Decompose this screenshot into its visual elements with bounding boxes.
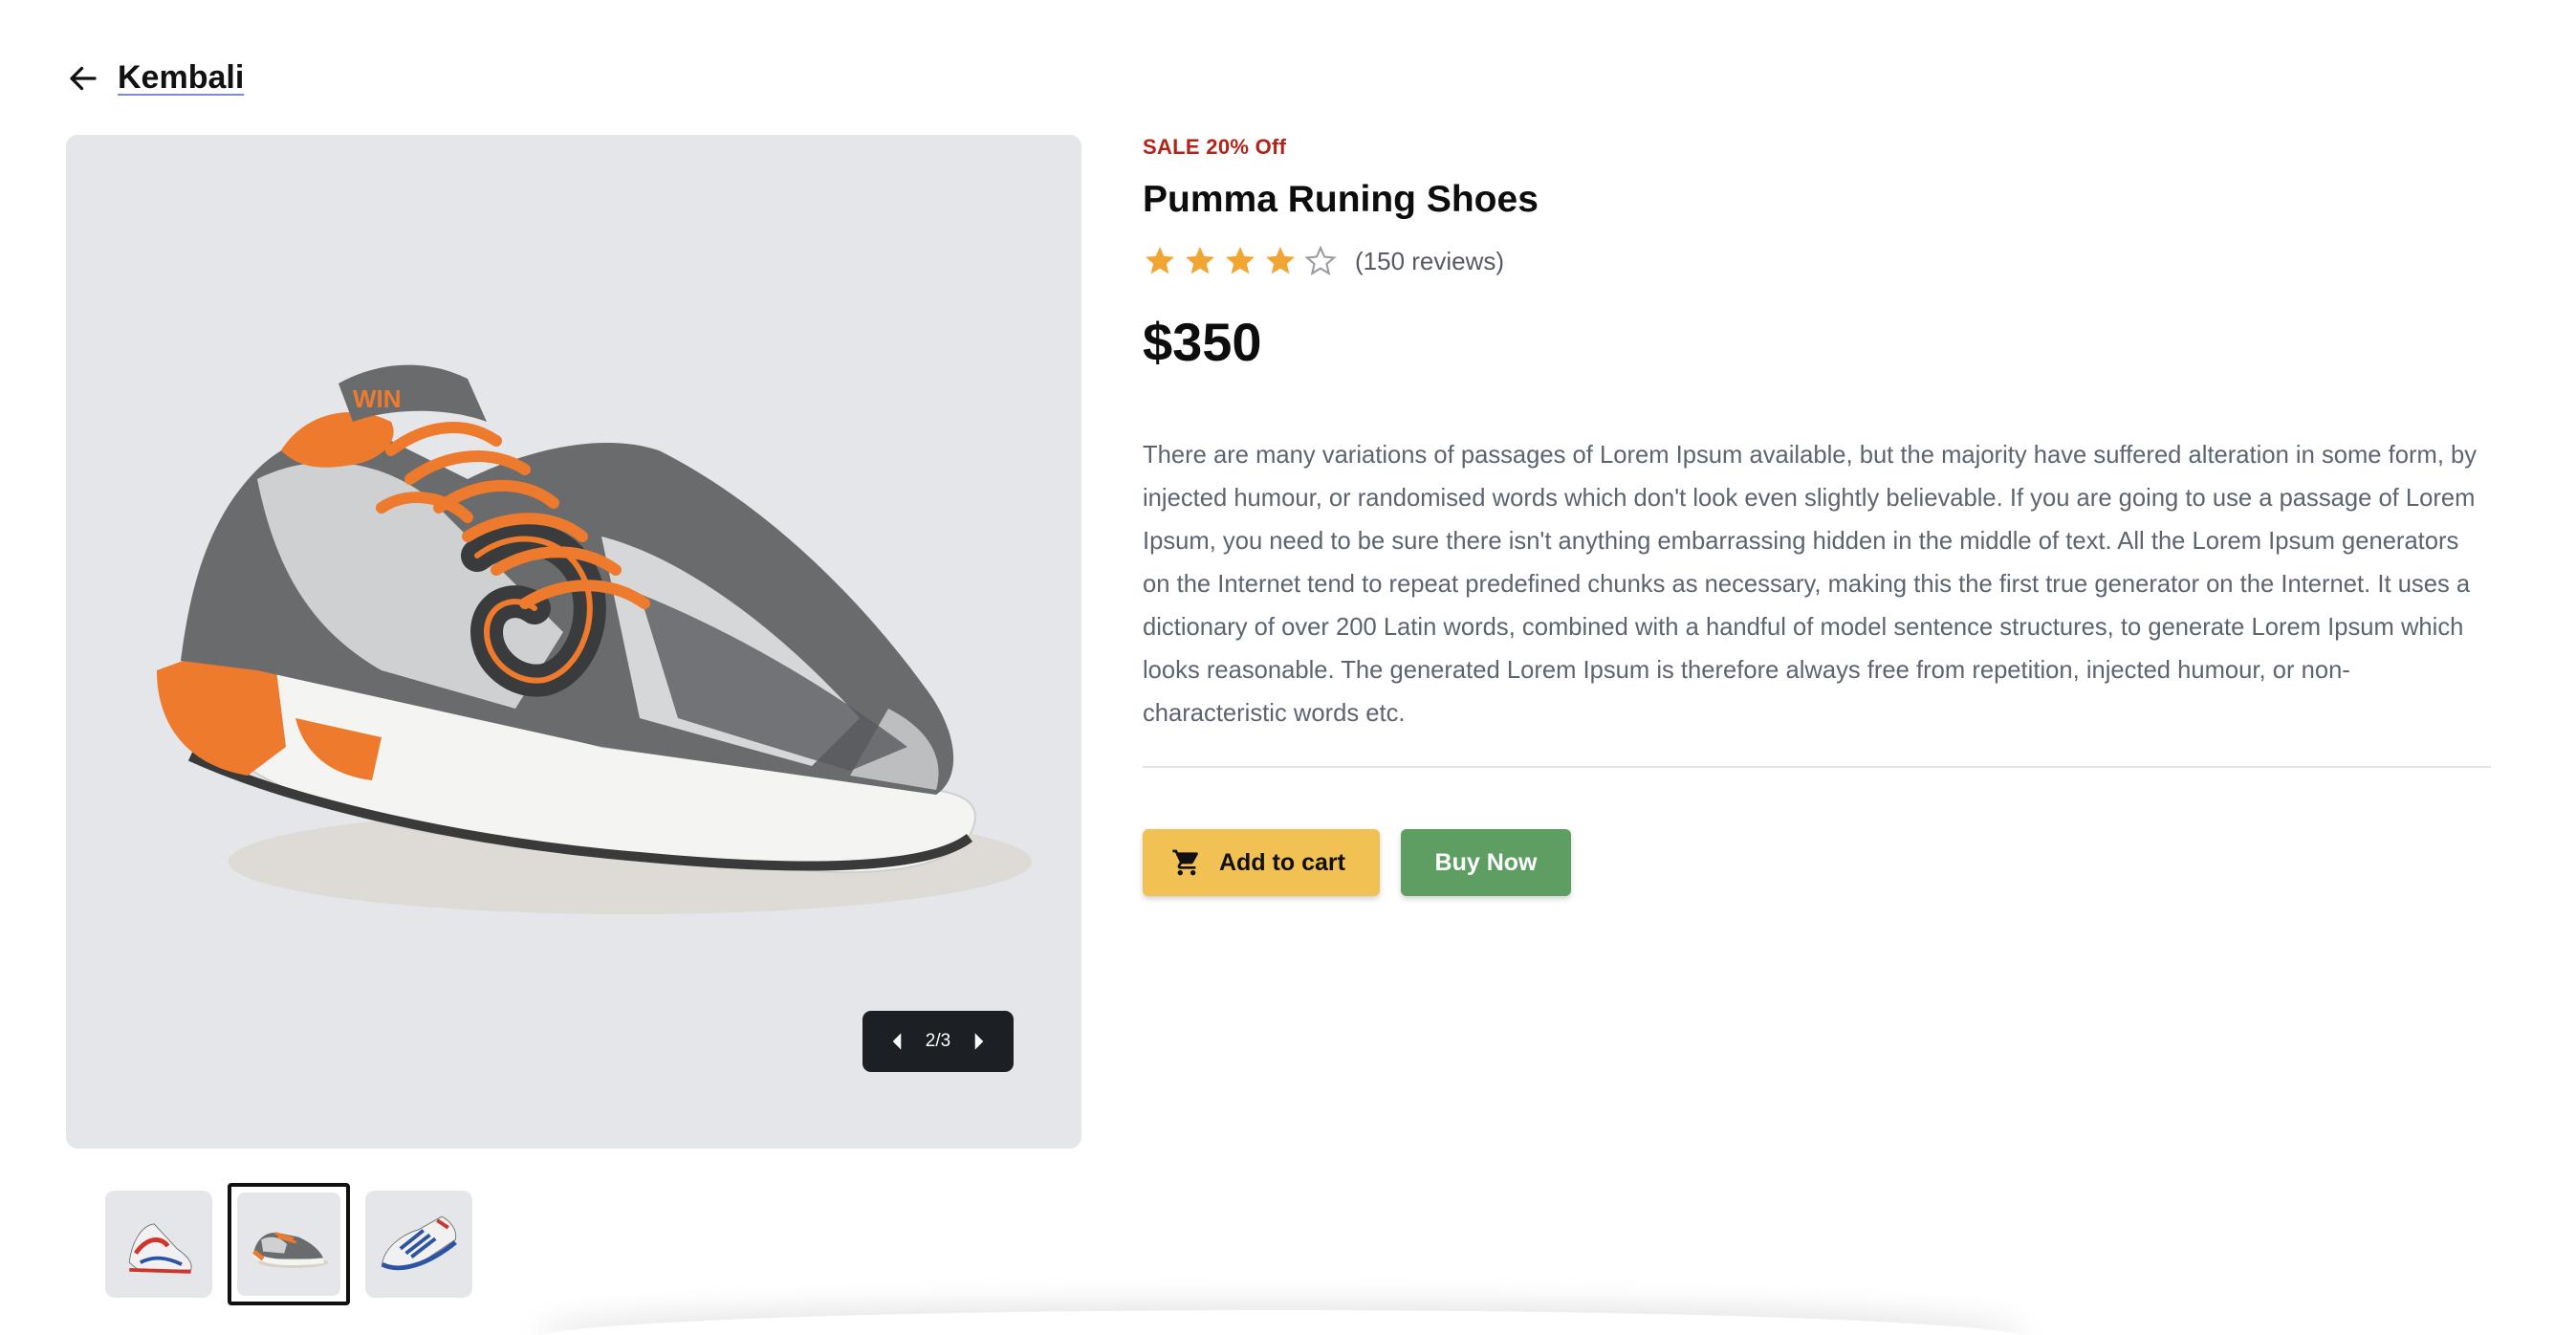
action-buttons: Add to cart Buy Now (1143, 829, 2491, 896)
product-gallery: WIN 2/3 (66, 135, 1081, 1149)
caret-left-icon (892, 1033, 902, 1050)
product-detail-page: Kembali WIN 2/3 SALE 20% Off Pumma Runin… (0, 0, 2576, 1335)
star-empty-icon (1304, 245, 1337, 276)
product-rating: (150 reviews) (1143, 244, 2491, 278)
star-filled-icon (1226, 247, 1255, 274)
bottom-panel-edge (535, 1310, 2027, 1335)
thumbnail-strip (105, 1183, 472, 1305)
star-filled-icon (1146, 247, 1174, 274)
product-price: $350 (1143, 312, 1262, 372)
sale-badge: SALE 20% Off (1143, 135, 1287, 159)
thumbnail-3[interactable] (365, 1191, 472, 1298)
add-to-cart-label: Add to cart (1219, 848, 1345, 876)
next-image-button[interactable] (968, 1030, 991, 1053)
buy-now-label: Buy Now (1434, 848, 1538, 876)
arrow-left-icon (70, 66, 97, 90)
previous-image-button[interactable] (885, 1030, 908, 1053)
shopping-cart-icon (1172, 849, 1198, 876)
back-link-label: Kembali (118, 59, 245, 96)
back-link[interactable]: Kembali (66, 59, 244, 97)
svg-text:WIN: WIN (353, 384, 402, 413)
add-to-cart-button[interactable]: Add to cart (1143, 829, 1380, 896)
buy-now-button[interactable]: Buy Now (1401, 829, 1571, 896)
shoe-thumbnail-image (251, 1232, 329, 1268)
product-title: Pumma Runing Shoes (1143, 179, 1539, 220)
star-filled-icon (1266, 247, 1295, 274)
product-details: SALE 20% Off Pumma Runing Shoes (150 rev… (1143, 135, 2491, 896)
thumbnail-2-frame (237, 1193, 340, 1296)
divider (1143, 766, 2491, 768)
thumbnail-2[interactable] (228, 1183, 350, 1305)
product-description: There are many variations of passages of… (1143, 442, 2478, 727)
caret-right-icon (974, 1033, 984, 1050)
shoe-thumbnail-image (128, 1223, 192, 1274)
shoe-thumbnail-image (381, 1215, 457, 1271)
review-count[interactable]: (150 reviews) (1355, 247, 1504, 276)
image-pager: 2/3 (862, 1011, 1014, 1072)
image-counter: 2/3 (925, 1031, 951, 1051)
star-filled-icon (1186, 247, 1214, 274)
thumbnail-1[interactable] (105, 1191, 212, 1298)
